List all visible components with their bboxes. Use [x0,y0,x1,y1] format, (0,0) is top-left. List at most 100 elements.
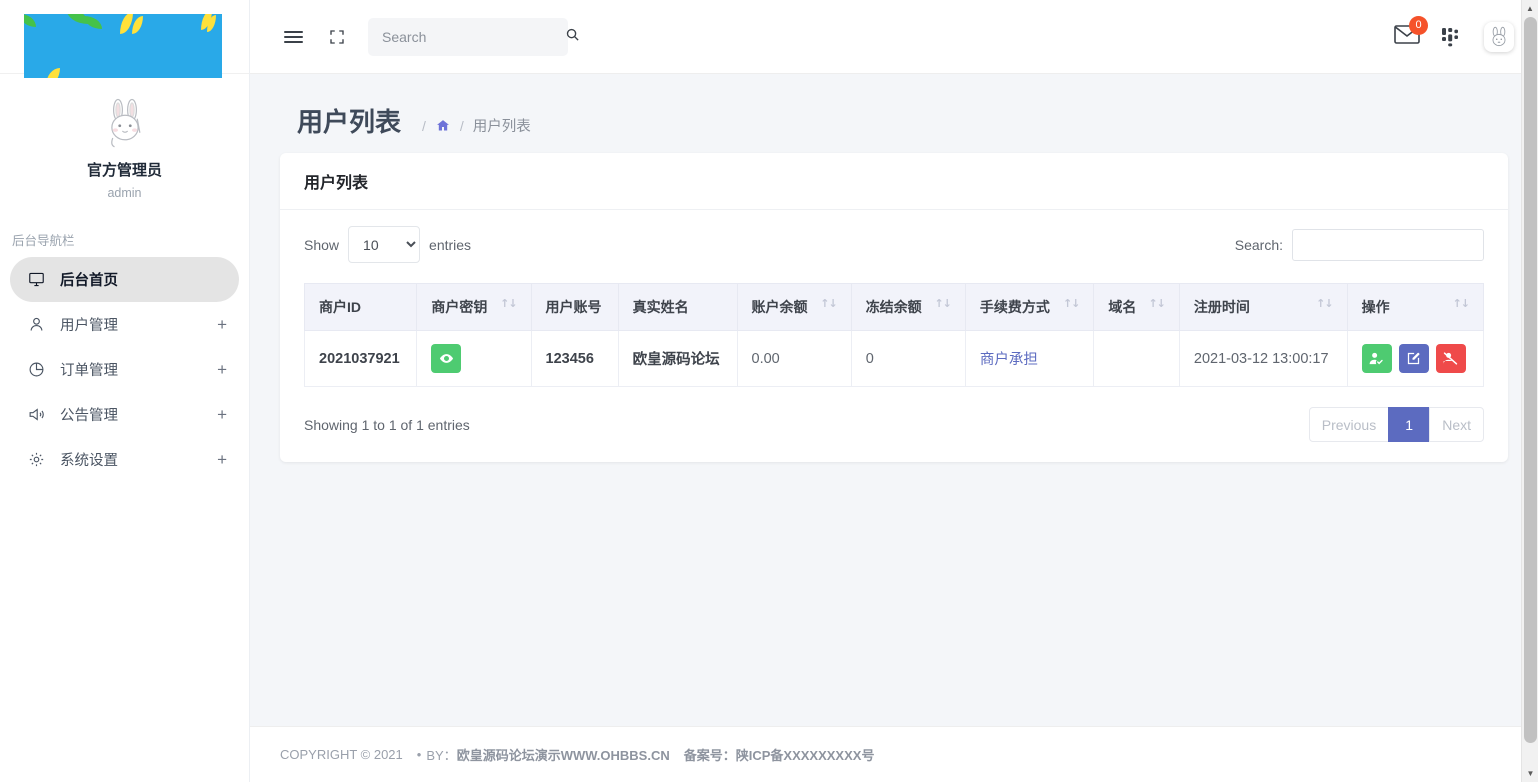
user-slash-icon [1443,351,1458,366]
apps-grid-icon[interactable] [1440,25,1464,49]
user-avatar[interactable] [1484,22,1514,52]
cell-fee-mode[interactable]: 商户承担 [965,331,1094,387]
monitor-icon [26,269,46,289]
sidebar-nav: 后台首页 用户管理 + 订单管理 + 公告管理 [0,257,249,482]
footer-copyright: COPYRIGHT © 2021 [280,747,403,762]
cell-register-time: 2021-03-12 13:00:17 [1179,331,1347,387]
view-secret-button[interactable] [431,344,461,373]
table-row: 2021037921 123456 欧皇源码论坛 0.00 0 [305,331,1484,387]
sidebar-item-label: 公告管理 [60,404,217,425]
eye-icon [439,351,454,366]
sidebar-profile: 官方管理员 admin [0,74,249,208]
sidebar-item-announcement-management[interactable]: 公告管理 + [10,392,239,437]
column-header-operations[interactable]: 操作↑↓ [1347,284,1483,331]
column-header-register-time[interactable]: 注册时间 ↑↓ [1179,284,1347,331]
page-scrollbar[interactable]: ▲ ▼ [1521,0,1538,782]
gear-icon [26,449,46,469]
sidebar-item-label: 用户管理 [60,314,217,335]
expand-plus-icon[interactable]: + [217,406,227,423]
search-input[interactable] [380,28,565,46]
user-list-card: 用户列表 Show 10 25 50 100 entries [280,153,1508,462]
entries-label: entries [429,237,471,253]
expand-plus-icon[interactable]: + [217,316,227,333]
rabbit-avatar-small [1487,25,1511,49]
column-label: 商户密钥 [431,299,487,315]
promo-banner-overlay [24,14,222,78]
sidebar-item-user-management[interactable]: 用户管理 + [10,302,239,347]
column-header-balance[interactable]: 账户余额 ↑↓ [737,284,851,331]
sort-icon[interactable]: ↑↓ [1316,297,1332,310]
cell-frozen-balance: 0 [851,331,965,387]
search-box[interactable] [368,18,568,56]
page-length-select[interactable]: 10 25 50 100 [348,226,420,263]
column-header-real-name[interactable]: 真实姓名 [618,284,737,331]
sidebar: 示 [0,0,250,782]
breadcrumb-current: 用户列表 [473,115,531,136]
column-header-merchant-secret[interactable]: 商户密钥 ↑↓ [417,284,531,331]
home-icon[interactable] [435,118,451,136]
cell-operations [1347,331,1483,387]
column-label: 真实姓名 [633,299,689,315]
pagination-previous[interactable]: Previous [1309,407,1389,442]
scrollbar-thumb[interactable] [1524,17,1537,743]
sidebar-item-system-settings[interactable]: 系统设置 + [10,437,239,482]
sort-icon[interactable]: ↑↓ [1063,297,1079,310]
datatable-controls: Show 10 25 50 100 entries Search: [304,226,1484,263]
pie-chart-icon [26,359,46,379]
page-length-control: Show 10 25 50 100 entries [304,226,471,263]
table-body: 2021037921 123456 欧皇源码论坛 0.00 0 [305,331,1484,387]
table-search-control: Search: [1235,229,1484,261]
column-header-domain[interactable]: 域名↑↓ [1094,284,1180,331]
scrollbar-down-arrow[interactable]: ▼ [1522,765,1538,782]
table-search-input[interactable] [1292,229,1484,261]
breadcrumb-separator: / [422,118,426,134]
column-label: 注册时间 [1194,299,1250,315]
messages-button[interactable]: 0 [1394,24,1420,50]
ban-user-button[interactable] [1436,344,1466,373]
expand-plus-icon[interactable]: + [217,361,227,378]
main-area: 0 [250,0,1538,782]
column-header-account[interactable]: 用户账号 [531,284,618,331]
topbar-actions: 0 [1394,22,1514,52]
sort-icon[interactable]: ↑↓ [934,297,950,310]
rabbit-avatar [97,96,153,152]
show-label: Show [304,237,339,253]
profile-name: 官方管理员 [0,160,249,183]
breadcrumb-separator: / [460,118,464,134]
column-header-fee-mode[interactable]: 手续费方式 ↑↓ [965,284,1094,331]
cell-merchant-secret [417,331,531,387]
expand-icon[interactable] [320,20,354,54]
footer-by-label: BY： [426,745,456,764]
pagination-page-1[interactable]: 1 [1388,407,1430,442]
column-header-merchant-id[interactable]: 商户ID [305,284,417,331]
footer-by-value[interactable]: 欧皇源码论坛演示WWW.OHBBS.CN [457,745,670,764]
sort-icon[interactable]: ↑↓ [500,297,516,310]
sidebar-item-order-management[interactable]: 订单管理 + [10,347,239,392]
column-label: 手续费方式 [980,299,1050,315]
table-header-row: 商户ID 商户密钥 ↑↓ 用户账号 真实姓名 账户余额 ↑↓ 冻结余额 ↑↓ 手续费方… [305,284,1484,331]
scrollbar-up-arrow[interactable]: ▲ [1522,0,1538,17]
page-content: 用户列表 / / 用户列表 用户列表 Show 10 25 [250,74,1538,726]
approve-user-button[interactable] [1362,344,1392,373]
message-count-badge: 0 [1409,16,1428,35]
pagination-next[interactable]: Next [1429,407,1484,442]
hamburger-icon[interactable] [276,20,310,54]
sidebar-item-dashboard[interactable]: 后台首页 [10,257,239,302]
search-icon[interactable] [565,27,580,47]
edit-user-button[interactable] [1399,344,1429,373]
column-header-frozen-balance[interactable]: 冻结余额 ↑↓ [851,284,965,331]
sort-icon[interactable]: ↑↓ [1453,297,1469,310]
column-label: 冻结余额 [866,299,922,315]
sort-icon[interactable]: ↑↓ [1148,297,1164,310]
pagination: Previous 1 Next [1309,407,1484,442]
expand-plus-icon[interactable]: + [217,451,227,468]
cell-real-name: 欧皇源码论坛 [618,331,737,387]
column-label: 账户余额 [752,299,808,315]
sidebar-item-label: 后台首页 [60,269,227,290]
nav-section-heading: 后台导航栏 [0,208,249,257]
user-table: 商户ID 商户密钥 ↑↓ 用户账号 真实姓名 账户余额 ↑↓ 冻结余额 ↑↓ 手续费方… [304,283,1484,387]
sort-icon[interactable]: ↑↓ [820,297,836,310]
sidebar-item-label: 系统设置 [60,449,217,470]
user-check-icon [1369,351,1384,366]
app-root: 示 [0,0,1538,782]
